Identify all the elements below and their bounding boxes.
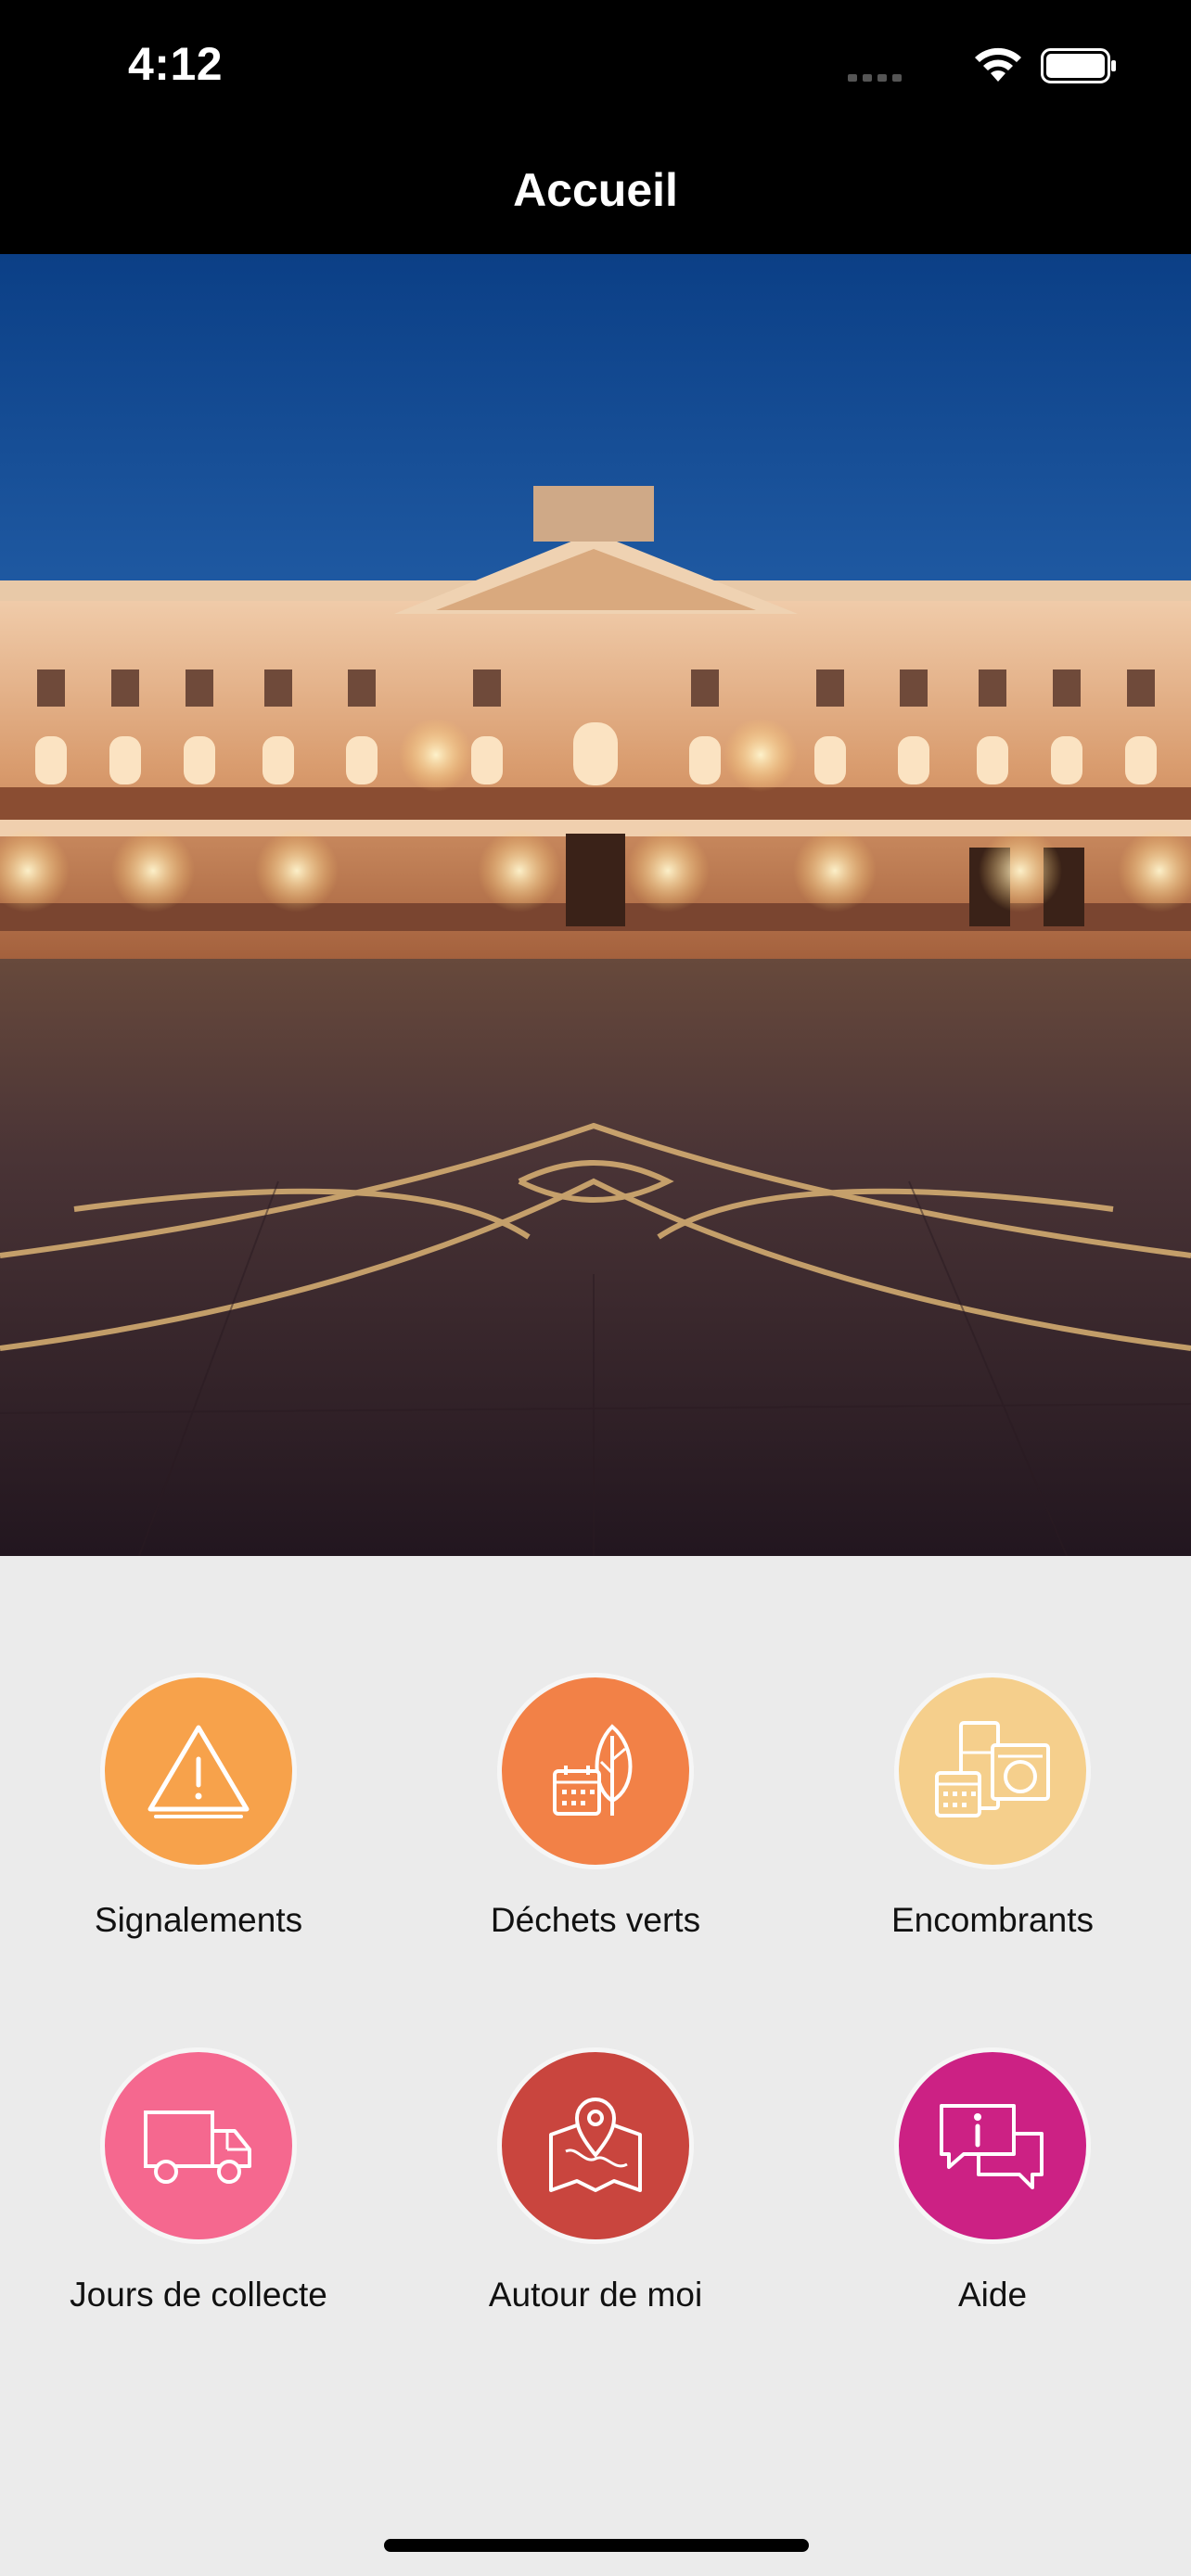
- tile-circle: [894, 1673, 1091, 1869]
- cellular-signal-icon: [848, 74, 902, 82]
- tile-label: Signalements: [94, 1901, 303, 1939]
- warning-triangle-icon: [147, 1725, 250, 1818]
- tile-circle: [894, 2047, 1091, 2244]
- map-pin-icon: [549, 2098, 642, 2192]
- tile-circle: [497, 2047, 694, 2244]
- status-time: 4:12: [128, 38, 224, 90]
- navigation-bar: Accueil: [0, 139, 1191, 254]
- tile-label: Autour de moi: [488, 2276, 703, 2314]
- status-icons: [727, 45, 1117, 91]
- tile-encombrants[interactable]: Encombrants: [794, 1673, 1191, 1988]
- status-bar: 4:12: [0, 0, 1191, 139]
- hero-image: [0, 254, 1191, 1556]
- tile-label: Aide: [957, 2276, 1028, 2314]
- home-indicator[interactable]: [384, 2539, 809, 2552]
- tile-signalements[interactable]: Signalements: [0, 1673, 397, 1988]
- menu-grid: Signalements Déchets verts Encombrants J…: [0, 1556, 1191, 2483]
- leaf-calendar-icon: [553, 1724, 633, 1816]
- page-title: Accueil: [513, 164, 678, 216]
- truck-icon: [144, 2111, 251, 2184]
- wifi-icon: [975, 47, 1021, 82]
- tile-label: Jours de collecte: [70, 2276, 327, 2314]
- appliances-calendar-icon: [935, 1721, 1050, 1817]
- chat-info-icon: [940, 2104, 1044, 2189]
- tile-label: Déchets verts: [490, 1901, 701, 1939]
- tile-autour-de-moi[interactable]: Autour de moi: [397, 2047, 794, 2363]
- tile-circle: [100, 1673, 297, 1869]
- tile-aide[interactable]: Aide: [794, 2047, 1191, 2363]
- capitole-night-photo: [0, 254, 1191, 1556]
- battery-icon: [1041, 48, 1116, 83]
- tile-jours-de-collecte[interactable]: Jours de collecte: [0, 2047, 397, 2363]
- tile-dechets-verts[interactable]: Déchets verts: [397, 1673, 794, 1988]
- tile-circle: [100, 2047, 297, 2244]
- tile-label: Encombrants: [891, 1901, 1094, 1939]
- tile-circle: [497, 1673, 694, 1869]
